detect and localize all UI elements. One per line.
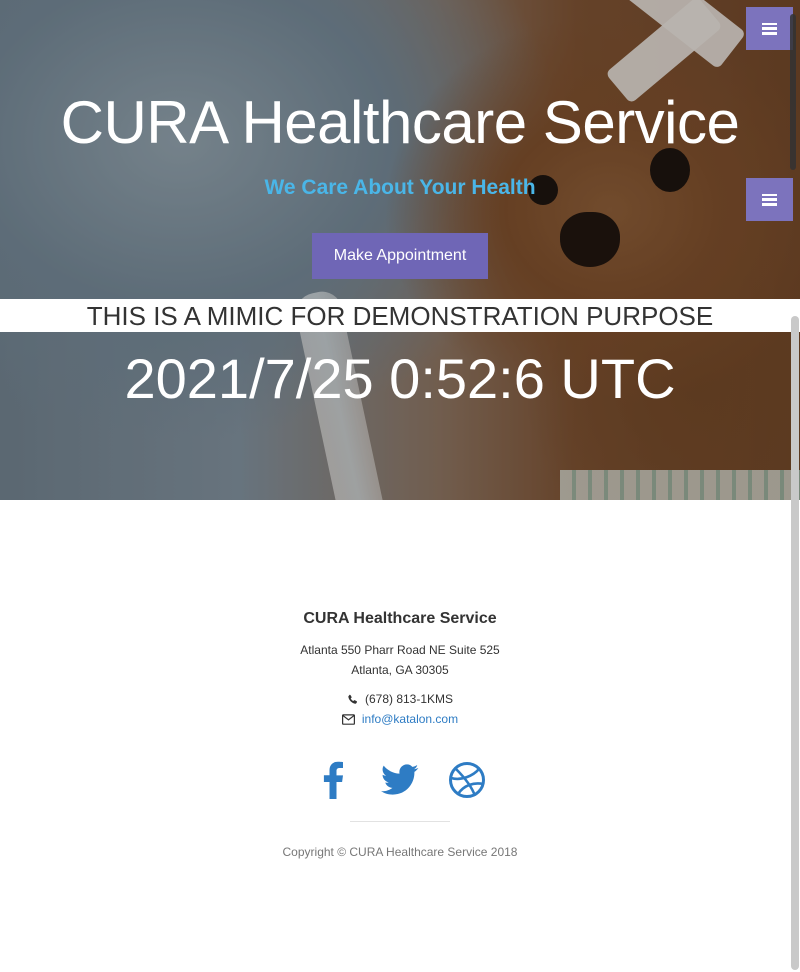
phone-icon [347,694,358,705]
copyright-text: Copyright © CURA Healthcare Service 2018 [282,845,518,859]
email-row: info@katalon.com [0,712,800,726]
address-line-1: Atlanta 550 Pharr Road NE Suite 525 [300,643,500,657]
footer-divider [350,821,450,822]
make-appointment-button[interactable]: Make Appointment [312,233,488,279]
twitter-icon[interactable] [367,760,434,800]
facebook-icon[interactable] [300,760,367,800]
envelope-icon [341,713,355,725]
address-line-2: Atlanta, GA 30305 [351,663,449,677]
bars-icon [762,193,777,206]
phone-row: (678) 813-1KMS [0,692,800,706]
scrollbar-thumb[interactable] [790,14,796,170]
menu-toggle-button[interactable] [746,178,793,221]
bars-icon [762,22,777,35]
menu-toggle-button[interactable] [746,7,793,50]
hero-section: CURA Healthcare Service We Care About Yo… [0,0,800,500]
hero-title: CURA Healthcare Service [60,89,740,156]
clock-display: 2021/7/25 0:52:6 UTC [124,347,676,410]
hero-subtitle: We Care About Your Health [264,176,536,199]
social-links [0,760,800,800]
demo-notice: THIS IS A MIMIC FOR DEMONSTRATION PURPOS… [0,299,800,332]
dribbble-icon[interactable] [434,760,501,800]
email-link[interactable]: info@katalon.com [362,712,458,726]
footer-company-name: CURA Healthcare Service [303,610,497,627]
phone-number: (678) 813-1KMS [364,692,454,706]
